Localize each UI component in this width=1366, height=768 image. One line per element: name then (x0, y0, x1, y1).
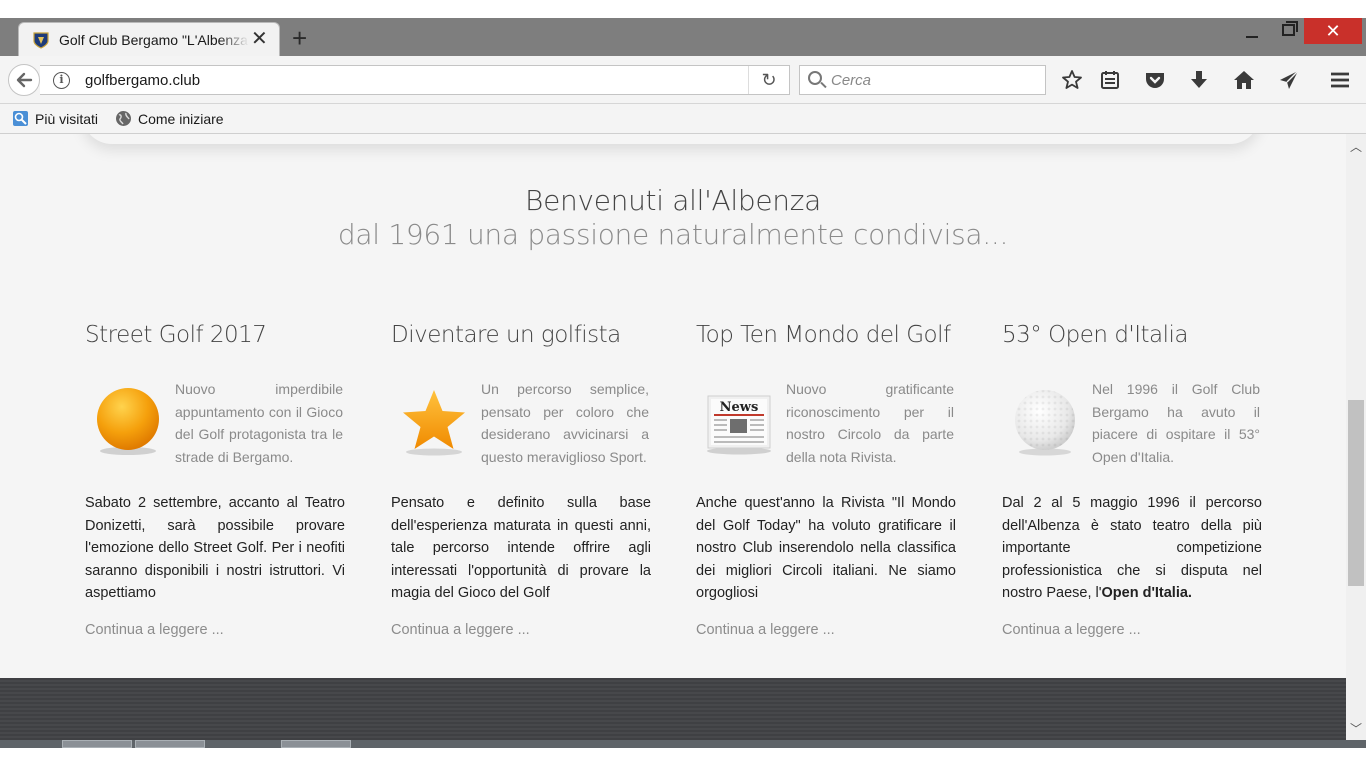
card-body: Pensato e definito sulla base dell'esper… (391, 495, 651, 601)
scroll-up-icon[interactable]: ︿ (1350, 138, 1362, 155)
card-body: Dal 2 al 5 maggio 1996 il percorso dell'… (1002, 492, 1262, 605)
back-arrow-icon (16, 72, 33, 88)
reload-button[interactable]: ↻ (748, 66, 789, 94)
taskbar-button-explorer[interactable] (135, 740, 205, 748)
newspaper-icon: News (707, 395, 771, 455)
minimize-window-button[interactable] (1246, 26, 1260, 40)
card-intro: Nuovo gratificante riconoscimento per il… (786, 381, 954, 465)
hamburger-menu-icon[interactable] (1327, 68, 1353, 92)
card-body: Anche quest'anno la Rivista "Il Mondo de… (696, 495, 956, 601)
tab-title: Golf Club Bergamo "L'Albenza" (59, 32, 249, 48)
read-more-link[interactable]: Continua a leggere ... (696, 622, 835, 638)
bookmark-most-visited[interactable]: Più visitati (12, 110, 98, 127)
card-title[interactable]: Top Ten Mondo del Golf (696, 322, 956, 364)
search-input[interactable]: Cerca (799, 65, 1046, 95)
pocket-icon[interactable] (1142, 68, 1168, 92)
scroll-down-icon[interactable]: ﹀ (1350, 720, 1362, 737)
home-icon[interactable] (1231, 68, 1257, 92)
back-button[interactable] (8, 64, 40, 96)
bookmarks-list-icon[interactable] (1097, 68, 1123, 92)
bookmark-label: Come iniziare (138, 111, 224, 127)
read-more-link[interactable]: Continua a leggere ... (1002, 622, 1141, 638)
globe-icon (116, 111, 131, 126)
vertical-scrollbar[interactable]: ︿ ﹀ (1346, 134, 1366, 740)
golf-ball-icon (1015, 390, 1075, 456)
read-more-link[interactable]: Continua a leggere ... (85, 622, 224, 638)
screen-top-edge (0, 0, 1366, 18)
bookmark-label: Più visitati (35, 111, 99, 127)
active-tab[interactable]: Golf Club Bergamo "L'Albenza" ✕ (18, 22, 280, 56)
search-icon (808, 71, 822, 85)
page-viewport: Benvenuti all'Albenza dal 1961 una passi… (0, 134, 1346, 740)
orange-ball-icon (97, 388, 159, 455)
golf-club-crest-icon (33, 32, 49, 49)
share-send-icon[interactable] (1276, 68, 1302, 92)
site-header-edge (82, 134, 1260, 144)
card-title[interactable]: Street Golf 2017 (85, 322, 345, 364)
news-card-become-golfer: Diventare un golfista Un percorso sempli… (391, 322, 651, 638)
star-icon (403, 390, 465, 456)
news-card-top-ten: Top Ten Mondo del Golf News Nuovo gratif… (696, 322, 956, 638)
card-title[interactable]: 53° Open d'Italia (1002, 322, 1262, 364)
read-more-link[interactable]: Continua a leggere ... (391, 622, 530, 638)
taskbar-button-app[interactable] (281, 740, 351, 748)
bookmark-getting-started[interactable]: Come iniziare (115, 110, 224, 127)
most-visited-icon (13, 111, 28, 126)
bookmark-star-icon[interactable] (1059, 68, 1085, 92)
news-card-open-italia: 53° Open d'Italia Nel 1996 il Golf Club … (1002, 322, 1262, 638)
svg-text:News: News (720, 400, 759, 415)
os-taskbar (0, 740, 1366, 768)
site-info-icon[interactable]: i (53, 72, 70, 89)
download-icon[interactable] (1186, 68, 1212, 92)
card-intro: Nel 1996 il Golf Club Bergamo ha avuto i… (1092, 381, 1260, 465)
card-body-bold: Open d'Italia. (1101, 585, 1192, 601)
new-tab-button[interactable]: + (292, 24, 307, 52)
card-intro: Nuovo imperdibile appuntamento con il Gi… (175, 381, 343, 465)
hero-title: Benvenuti all'Albenza (525, 184, 821, 217)
scrollbar-thumb[interactable] (1348, 400, 1364, 586)
url-bar[interactable]: i golfbergamo.club ↻ (40, 65, 790, 95)
tab-close-icon[interactable]: ✕ (251, 29, 268, 49)
bookmarks-toolbar: Più visitati Come iniziare (0, 104, 1366, 134)
card-body: Sabato 2 settembre, accanto al Teatro Do… (85, 495, 345, 601)
taskbar-button-ie[interactable] (62, 740, 132, 748)
footer-band (0, 678, 1346, 740)
navigation-toolbar: i golfbergamo.club ↻ Cerca (0, 56, 1366, 104)
close-window-button[interactable]: ✕ (1304, 18, 1362, 44)
url-text[interactable]: golfbergamo.club (85, 72, 200, 89)
search-placeholder: Cerca (831, 72, 872, 89)
card-intro: Un percorso semplice, pensato per coloro… (481, 381, 649, 465)
hero-subtitle: dal 1961 una passione naturalmente condi… (337, 218, 1009, 251)
maximize-window-button[interactable] (1282, 21, 1298, 36)
news-card-street-golf: Street Golf 2017 Nuovo imperdibile appun… (85, 322, 345, 638)
card-title[interactable]: Diventare un golfista (391, 322, 651, 364)
